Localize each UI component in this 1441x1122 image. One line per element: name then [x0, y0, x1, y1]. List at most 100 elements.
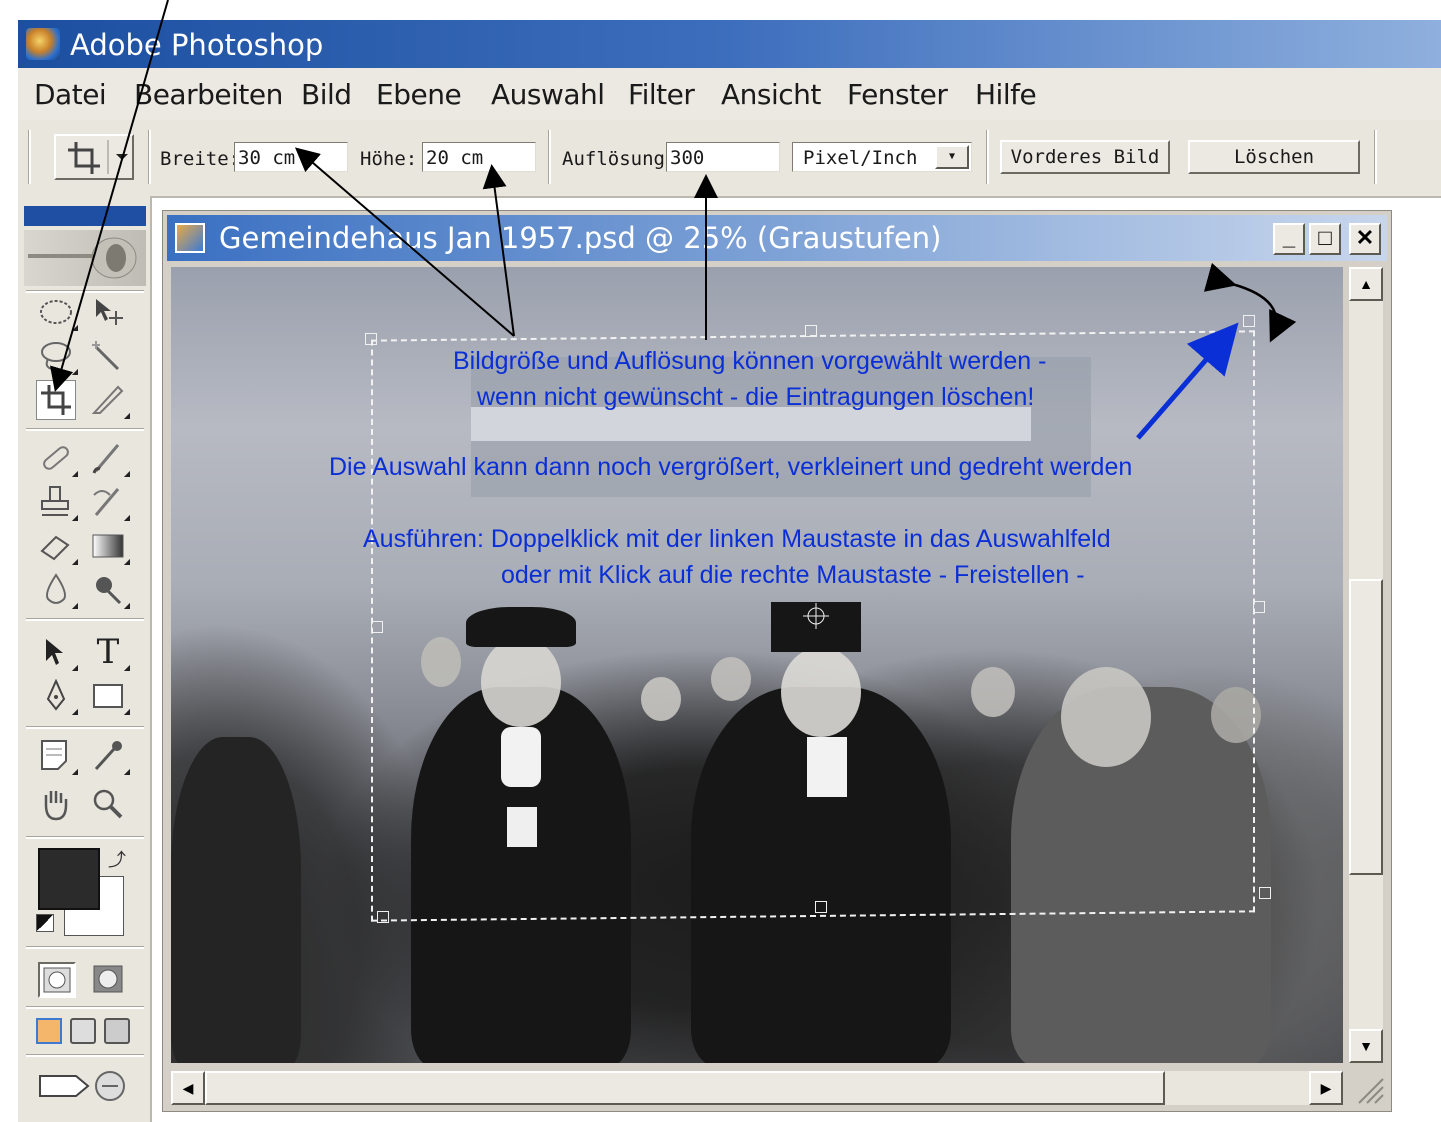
resolution-label: Auflösung:: [562, 148, 677, 170]
document-title: Gemeindehaus Jan 1957.psd @ 25% (Graustu…: [219, 221, 942, 255]
toolbox-separator: [26, 726, 144, 729]
document-title-bar[interactable]: Gemeindehaus Jan 1957.psd @ 25% (Graustu…: [167, 215, 1387, 261]
crop-handle[interactable]: [1253, 601, 1265, 613]
scroll-up-button[interactable]: ▲: [1349, 267, 1383, 301]
menu-bar: Datei Bearbeiten Bild Ebene Auswahl Filt…: [18, 68, 1441, 121]
slice-icon[interactable]: ◢: [88, 380, 130, 420]
menu-bild[interactable]: Bild: [301, 78, 352, 111]
dodge-icon[interactable]: ◢: [88, 570, 130, 610]
menu-auswahl[interactable]: Auswahl: [491, 78, 605, 111]
vertical-scrollbar[interactable]: ▲ ▼: [1349, 267, 1383, 1063]
menu-filter[interactable]: Filter: [628, 78, 695, 111]
options-separator: [1374, 130, 1377, 184]
eyedropper-icon[interactable]: ◢: [88, 736, 130, 776]
options-grip: [28, 130, 31, 184]
default-colors-icon[interactable]: [36, 914, 54, 932]
psd-file-icon: [175, 223, 205, 253]
crop-center-icon: [803, 603, 829, 629]
marquee-icon[interactable]: ◢: [36, 292, 78, 332]
crop-tool-preset-icon: [68, 140, 128, 174]
horizontal-scrollbar[interactable]: ◀ ▶: [171, 1071, 1343, 1105]
height-field[interactable]: 20 cm: [422, 142, 536, 172]
annotation-line-3: Die Auswahl kann dann noch vergrößert, v…: [329, 453, 1133, 481]
lasso-icon[interactable]: ◢: [36, 336, 78, 376]
chevron-down-icon: ▼: [935, 145, 969, 169]
standard-mode-icon[interactable]: [38, 962, 76, 998]
options-separator: [986, 130, 989, 184]
annotation-line-4: Ausführen: Doppelklick mit der linken Ma…: [363, 525, 1111, 553]
path-select-icon[interactable]: ◢: [36, 632, 78, 672]
menu-bearbeiten[interactable]: Bearbeiten: [134, 78, 283, 111]
toolbox: ◢ ◢ ◢ ◢ ◢ ◢ ◢ ◢ ◢ ◢ ◢ ◢ T ◢ ◢ ◢ ◢ ◢ ⤴: [18, 196, 152, 1122]
shape-icon[interactable]: ◢: [88, 676, 130, 716]
horizontal-scroll-thumb[interactable]: [205, 1071, 1165, 1105]
tool-preset-picker[interactable]: [54, 134, 134, 180]
crop-handle[interactable]: [805, 325, 817, 337]
annotation-line-5: oder mit Klick auf die rechte Maustaste …: [501, 561, 1085, 589]
screen-mode-full-menu-icon[interactable]: [70, 1018, 96, 1044]
options-separator: [548, 130, 551, 184]
resize-grip-icon[interactable]: [1351, 1071, 1385, 1105]
crop-handle[interactable]: [1259, 887, 1271, 899]
pen-icon[interactable]: ◢: [36, 676, 78, 716]
zoom-icon[interactable]: [88, 784, 128, 824]
width-label: Breite:: [160, 148, 241, 170]
scroll-down-button[interactable]: ▼: [1349, 1029, 1383, 1063]
height-label: Höhe:: [360, 148, 418, 170]
menu-hilfe[interactable]: Hilfe: [975, 78, 1037, 111]
stamp-icon[interactable]: ◢: [36, 482, 78, 522]
minimize-button[interactable]: _: [1273, 223, 1305, 255]
foreground-color-swatch[interactable]: [38, 848, 100, 910]
toolbox-separator: [26, 946, 144, 949]
width-field[interactable]: 30 cm: [234, 142, 348, 172]
swap-colors-icon[interactable]: ⤴: [108, 846, 126, 872]
jump-to-imageready-icon[interactable]: [36, 1066, 136, 1106]
menu-ebene[interactable]: Ebene: [376, 78, 462, 111]
adobe-online-icon[interactable]: [24, 230, 146, 286]
crop-handle[interactable]: [815, 901, 827, 913]
annotation-line-2: wenn nicht gewünscht - die Eintragungen …: [477, 383, 1035, 411]
screen-mode-full-icon[interactable]: [104, 1018, 130, 1044]
eraser-icon[interactable]: ◢: [36, 526, 78, 566]
resolution-field[interactable]: 300: [666, 142, 780, 172]
photoshop-logo-icon: [26, 28, 60, 60]
quick-mask-icon[interactable]: [90, 962, 128, 998]
image-canvas[interactable]: Bildgröße und Auflösung können vorgewähl…: [171, 267, 1343, 1063]
maximize-button[interactable]: □: [1309, 223, 1341, 255]
scroll-left-button[interactable]: ◀: [171, 1071, 205, 1105]
crop-handle[interactable]: [371, 621, 383, 633]
close-button[interactable]: ✕: [1349, 223, 1381, 255]
type-icon[interactable]: T ◢: [88, 632, 130, 672]
options-separator: [148, 130, 151, 184]
crop-handle[interactable]: [1243, 315, 1255, 327]
crop-handle[interactable]: [377, 911, 389, 923]
resolution-unit-select[interactable]: Pixel/Inch ▼: [792, 142, 972, 172]
toolbox-separator: [26, 1054, 144, 1057]
resolution-unit-value: Pixel/Inch: [803, 147, 918, 169]
crop-icon[interactable]: [36, 380, 76, 420]
annotation-line-1: Bildgröße und Auflösung können vorgewähl…: [453, 347, 1047, 375]
toolbox-separator: [26, 1006, 144, 1009]
toolbox-separator: [26, 428, 144, 431]
brush-icon[interactable]: ◢: [88, 438, 130, 478]
scroll-right-button[interactable]: ▶: [1309, 1071, 1343, 1105]
menu-datei[interactable]: Datei: [34, 78, 107, 111]
front-image-button[interactable]: Vorderes Bild: [1000, 140, 1170, 174]
toolbox-separator: [26, 836, 144, 839]
healing-brush-icon[interactable]: ◢: [36, 438, 78, 478]
notes-icon[interactable]: ◢: [36, 736, 78, 776]
hand-icon[interactable]: [36, 784, 76, 824]
clear-button[interactable]: Löschen: [1188, 140, 1360, 174]
screen-mode-standard-icon[interactable]: [36, 1018, 62, 1044]
move-icon[interactable]: [88, 292, 128, 332]
menu-ansicht[interactable]: Ansicht: [721, 78, 821, 111]
toolbox-header[interactable]: [24, 206, 146, 226]
menu-fenster[interactable]: Fenster: [847, 78, 948, 111]
blur-icon[interactable]: ◢: [36, 570, 78, 610]
crop-handle[interactable]: [365, 333, 377, 345]
history-brush-icon[interactable]: ◢: [88, 482, 130, 522]
vertical-scroll-thumb[interactable]: [1349, 579, 1383, 875]
eye-logo-icon: [28, 237, 137, 279]
magic-wand-icon[interactable]: [88, 336, 128, 376]
gradient-icon[interactable]: ◢: [88, 526, 130, 566]
